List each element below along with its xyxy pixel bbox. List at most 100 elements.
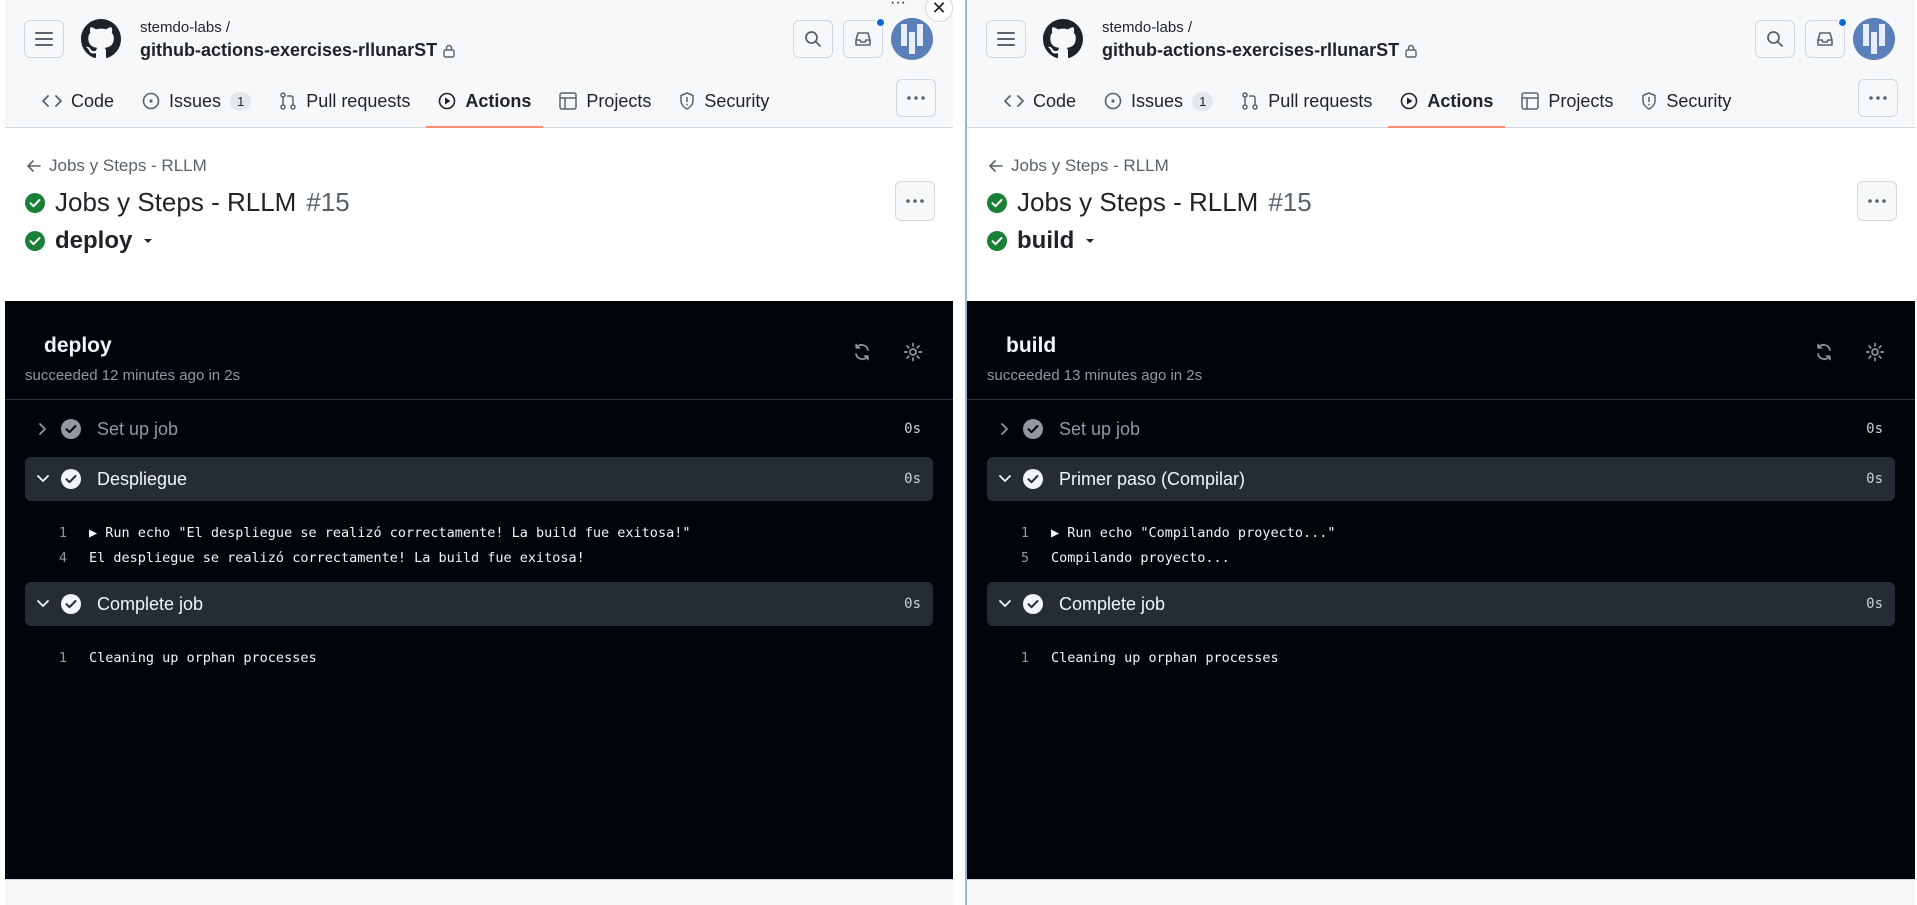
repo-name[interactable]: github-actions-exercises-rllunarST xyxy=(140,40,455,61)
screen: stemdo-labs / github-actions-exercises-r… xyxy=(0,0,1917,905)
github-logo-icon[interactable] xyxy=(81,19,121,59)
menu-button[interactable] xyxy=(986,20,1026,58)
line-number: 4 xyxy=(58,550,67,566)
tab-code[interactable]: Code xyxy=(30,84,126,118)
log-line[interactable]: 1 Cleaning up orphan processes xyxy=(987,650,1279,666)
check-circle-icon xyxy=(25,192,45,213)
tab-issues[interactable]: Issues 1 xyxy=(130,84,263,118)
log-line[interactable]: 1 ▶ Run echo "El despliegue se realizó c… xyxy=(25,525,691,541)
back-link[interactable]: Jobs y Steps - RLLM xyxy=(989,156,1169,176)
tab-label: Pull requests xyxy=(1268,90,1373,111)
tab-issues[interactable]: Issues 1 xyxy=(1092,84,1225,118)
rerun-button[interactable] xyxy=(851,341,873,363)
log-job-status: succeeded 13 minutes ago in 2s xyxy=(987,367,1203,384)
table-icon xyxy=(1521,92,1540,110)
repo-owner[interactable]: stemdo-labs / xyxy=(1102,19,1192,36)
tab-security[interactable]: Security xyxy=(1629,84,1743,118)
log-settings-button[interactable] xyxy=(1864,341,1886,363)
shield-icon xyxy=(1642,92,1657,110)
step-duration: 0s xyxy=(1866,596,1883,612)
chevron-down-icon xyxy=(37,600,49,607)
log-settings-button[interactable] xyxy=(902,341,924,363)
tab-label: Pull requests xyxy=(306,90,411,111)
check-circle-icon xyxy=(61,419,81,439)
lock-icon xyxy=(443,44,455,58)
window-more-icon[interactable]: ··· xyxy=(890,0,906,12)
pull-request-icon xyxy=(1242,92,1259,110)
log-line[interactable]: 5 Compilando proyecto... xyxy=(987,550,1230,566)
table-icon xyxy=(559,92,578,110)
tab-code[interactable]: Code xyxy=(992,84,1088,118)
kebab-horizontal-icon xyxy=(1869,96,1887,100)
github-logo-icon[interactable] xyxy=(1043,19,1083,59)
notification-dot xyxy=(876,18,885,27)
avatar[interactable] xyxy=(1853,18,1895,60)
tab-label: Actions xyxy=(465,90,532,111)
job-selector-label: build xyxy=(1017,227,1075,254)
code-icon xyxy=(1004,95,1024,107)
step-label: Set up job xyxy=(1059,418,1141,439)
job-log: deploy succeeded 12 minutes ago in 2s Se… xyxy=(5,301,953,879)
tab-projects[interactable]: Projects xyxy=(1509,84,1625,118)
step-complete-job[interactable]: Complete job 0s xyxy=(25,582,933,626)
job-log: build succeeded 13 minutes ago in 2s Set… xyxy=(967,301,1915,879)
tab-security[interactable]: Security xyxy=(667,84,781,118)
log-line[interactable]: 1 Cleaning up orphan processes xyxy=(25,650,317,666)
job-selector-label: deploy xyxy=(55,227,133,254)
repo-name[interactable]: github-actions-exercises-rllunarST xyxy=(1102,40,1417,61)
kebab-horizontal-icon xyxy=(1868,199,1886,203)
arrow-left-icon xyxy=(989,160,1003,172)
check-circle-icon xyxy=(987,192,1007,213)
run-title-label: Jobs y Steps - RLLM xyxy=(1017,187,1259,217)
step-primer-paso[interactable]: Primer paso (Compilar) 0s xyxy=(987,457,1895,501)
step-complete-job[interactable]: Complete job 0s xyxy=(987,582,1895,626)
check-circle-icon xyxy=(987,231,1007,251)
chevron-right-icon xyxy=(39,423,46,435)
log-line[interactable]: 1 ▶ Run echo "Compilando proyecto..." xyxy=(987,525,1336,541)
run-more-button[interactable] xyxy=(1857,181,1897,221)
log-line[interactable]: 4 El despliegue se realizó correctamente… xyxy=(25,550,585,566)
gear-icon xyxy=(1865,342,1885,362)
search-button[interactable] xyxy=(793,20,833,58)
play-icon xyxy=(439,92,456,110)
step-set-up-job[interactable]: Set up job 0s xyxy=(25,407,933,451)
menu-button[interactable] xyxy=(24,20,64,58)
line-number: 1 xyxy=(58,525,67,541)
inbox-button[interactable] xyxy=(843,18,885,58)
inbox-icon xyxy=(1817,32,1833,46)
run-title: Jobs y Steps - RLLM #15 xyxy=(987,187,1312,218)
step-set-up-job[interactable]: Set up job 0s xyxy=(987,407,1895,451)
repo-owner[interactable]: stemdo-labs / xyxy=(140,19,230,36)
left-pane: stemdo-labs / github-actions-exercises-r… xyxy=(5,0,953,905)
tab-pull-requests[interactable]: Pull requests xyxy=(267,84,422,118)
repo-more-button[interactable] xyxy=(896,79,936,117)
job-selector[interactable]: build xyxy=(987,227,1096,255)
tab-projects[interactable]: Projects xyxy=(547,84,663,118)
tab-label: Projects xyxy=(1548,90,1614,111)
tab-actions[interactable]: Actions xyxy=(426,84,544,128)
avatar[interactable] xyxy=(891,18,933,60)
shield-icon xyxy=(680,92,695,110)
line-text: Compilando proyecto... xyxy=(1051,550,1230,566)
triangle-down-icon xyxy=(1086,239,1095,243)
log-job-name: build xyxy=(1006,334,1057,357)
check-circle-icon xyxy=(61,469,81,489)
run-number: #15 xyxy=(1268,187,1312,217)
check-circle-icon xyxy=(25,231,45,251)
tab-actions[interactable]: Actions xyxy=(1388,84,1506,128)
run-more-button[interactable] xyxy=(895,181,935,221)
line-text: Cleaning up orphan processes xyxy=(1051,650,1279,666)
tab-pull-requests[interactable]: Pull requests xyxy=(1229,84,1384,118)
step-duration: 0s xyxy=(1866,471,1883,487)
search-button[interactable] xyxy=(1755,20,1795,58)
step-duration: 0s xyxy=(904,596,921,612)
inbox-button[interactable] xyxy=(1805,18,1847,58)
step-despliegue[interactable]: Despliegue 0s xyxy=(25,457,933,501)
step-label: Primer paso (Compilar) xyxy=(1059,468,1246,489)
rerun-button[interactable] xyxy=(1813,341,1835,363)
job-selector[interactable]: deploy xyxy=(25,227,154,255)
line-text: ▶ Run echo "Compilando proyecto..." xyxy=(1051,525,1336,541)
repo-more-button[interactable] xyxy=(1858,79,1898,117)
back-link[interactable]: Jobs y Steps - RLLM xyxy=(27,156,207,176)
footer-strip xyxy=(967,879,1915,905)
